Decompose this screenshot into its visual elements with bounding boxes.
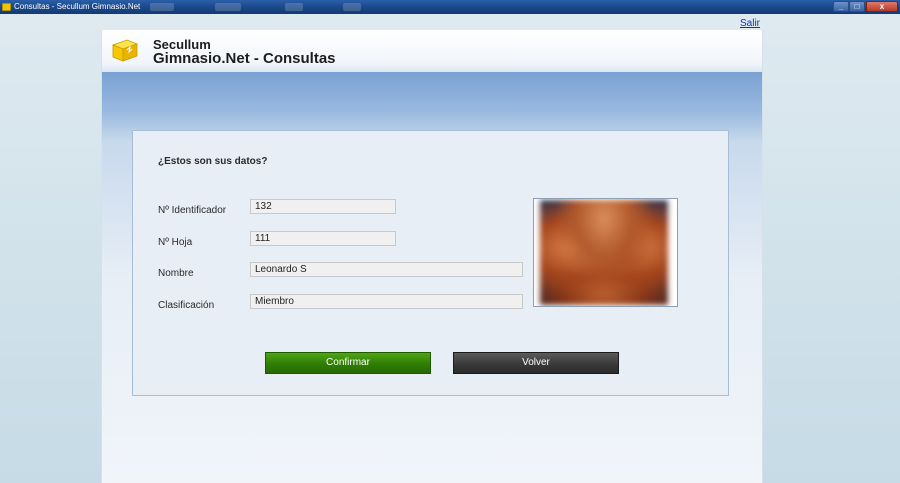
classification-label: Clasificación (158, 300, 215, 311)
page-title: Gimnasio.Net - Consultas (153, 50, 336, 67)
name-field: Leonardo S (250, 262, 523, 277)
page-header: Secullum Gimnasio.Net - Consultas (102, 30, 762, 72)
identifier-field: 132 (250, 199, 396, 214)
secullum-logo-icon (111, 39, 139, 62)
back-button[interactable]: Volver (453, 352, 619, 374)
titlebar-decoration (285, 3, 303, 11)
titlebar-decoration (343, 3, 361, 11)
window-title-bar[interactable]: Consultas - Secullum Gimnasio.Net _ □ x (0, 0, 900, 14)
folder-icon (2, 3, 11, 11)
confirm-button[interactable]: Confirmar (265, 352, 431, 374)
logout-link[interactable]: Salir (740, 18, 760, 29)
minimize-icon: _ (838, 2, 844, 11)
maximize-icon: □ (854, 2, 860, 11)
sheet-label: Nº Hoja (158, 237, 193, 248)
member-photo (533, 198, 678, 307)
close-icon: x (879, 2, 885, 11)
maximize-button[interactable]: □ (849, 1, 865, 12)
window-title: Consultas - Secullum Gimnasio.Net (14, 2, 141, 11)
member-photo-image (540, 200, 668, 305)
confirmation-question: ¿Estos son sus datos? (158, 156, 268, 167)
minimize-button[interactable]: _ (833, 1, 849, 12)
classification-field: Miembro (250, 294, 523, 309)
titlebar-decoration (150, 3, 174, 11)
identifier-label: Nº Identificador (158, 205, 227, 216)
member-data-box: ¿Estos son sus datos? Nº Identificador 1… (132, 130, 729, 396)
titlebar-decoration (215, 3, 241, 11)
name-label: Nombre (158, 268, 194, 279)
sheet-field: 111 (250, 231, 396, 246)
close-button[interactable]: x (866, 1, 898, 12)
